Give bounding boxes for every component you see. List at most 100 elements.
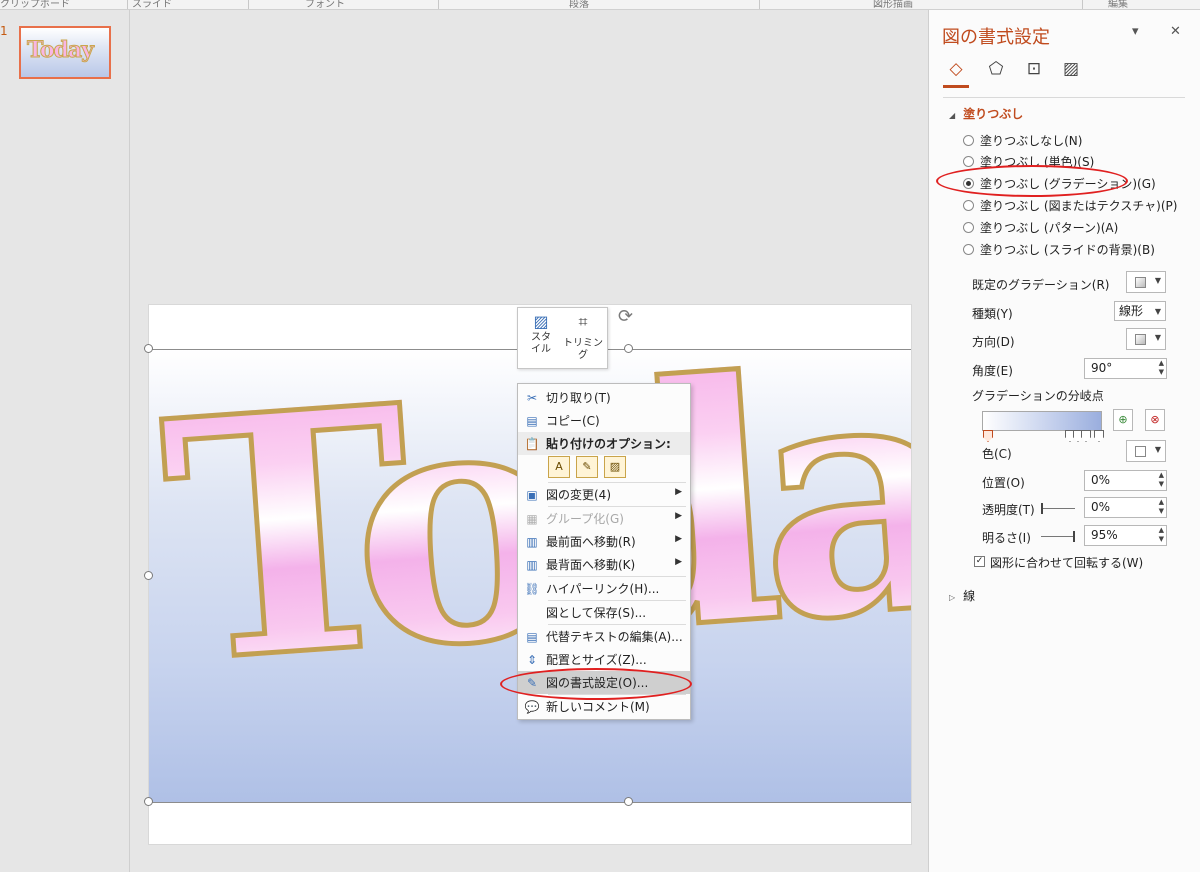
resize-handle-top[interactable] bbox=[624, 344, 633, 353]
effects-tab-icon[interactable]: ⬠ bbox=[984, 59, 1008, 81]
size-properties-tab-icon[interactable]: ⊡ bbox=[1022, 59, 1046, 81]
style-label: スタイル bbox=[531, 332, 551, 355]
submenu-arrow-icon: ▶ bbox=[675, 511, 682, 521]
menu-item-edit-alt-text[interactable]: ▤ 代替テキストの編集(A)... bbox=[518, 625, 690, 648]
expand-triangle-icon: ▷ bbox=[949, 593, 956, 602]
copy-icon: ▤ bbox=[526, 413, 538, 428]
menu-item-cut[interactable]: ✂ 切り取り(T) bbox=[518, 386, 690, 409]
slider-knob[interactable] bbox=[1073, 531, 1075, 542]
menu-item-send-to-back[interactable]: ▥ 最背面へ移動(K) ▶ bbox=[518, 553, 690, 576]
color-picker-button[interactable]: ▼ bbox=[1126, 440, 1166, 462]
gradient-stop[interactable] bbox=[1081, 430, 1091, 442]
picture-tab-icon[interactable]: ▨ bbox=[1059, 59, 1083, 81]
dropdown-arrow-icon: ▼ bbox=[1154, 333, 1161, 342]
spin-arrows-icon[interactable]: ▲ ▼ bbox=[1159, 471, 1164, 489]
type-label: 種類(Y) bbox=[972, 307, 1013, 321]
spin-arrows-icon[interactable]: ▲ ▼ bbox=[1159, 526, 1164, 544]
ribbon-group-slides: スライド bbox=[132, 0, 172, 10]
slide-thumbnail[interactable]: Today bbox=[19, 26, 111, 79]
style-button[interactable]: ▨ スタイル bbox=[523, 312, 559, 356]
menu-item-copy[interactable]: ▤ コピー(C) bbox=[518, 409, 690, 432]
resize-handle-top-left[interactable] bbox=[144, 344, 153, 353]
rotate-with-shape-checkbox[interactable]: ✓ bbox=[974, 556, 985, 567]
paste-picture-icon[interactable]: ▨ bbox=[604, 456, 626, 478]
pane-options-chevron-icon[interactable]: ▾ bbox=[1132, 24, 1139, 39]
transparency-label: 透明度(T) bbox=[982, 503, 1035, 517]
menu-item-change-picture[interactable]: ▣ 図の変更(4) ▶ bbox=[518, 483, 690, 506]
radio-pattern-fill[interactable]: 塗りつぶし (パターン)(A) bbox=[963, 219, 1118, 236]
comment-icon: 💬 bbox=[524, 699, 540, 714]
radio-button[interactable] bbox=[963, 222, 974, 233]
dropdown-arrow-icon: ▼ bbox=[1154, 307, 1161, 316]
angle-spinner[interactable]: 90° ▲ ▼ bbox=[1084, 358, 1167, 379]
slider-knob[interactable] bbox=[1041, 503, 1043, 514]
ribbon-group-font: フォント bbox=[305, 0, 345, 10]
ribbon-separator bbox=[438, 0, 439, 9]
change-picture-icon: ▣ bbox=[526, 487, 538, 502]
active-tab-indicator bbox=[943, 85, 969, 88]
radio-picture-texture-fill[interactable]: 塗りつぶし (図またはテクスチャ)(P) bbox=[963, 197, 1177, 214]
menu-header-paste-options: 📋 貼り付けのオプション: bbox=[518, 432, 690, 455]
brightness-label: 明るさ(I) bbox=[982, 531, 1031, 545]
brightness-slider[interactable] bbox=[1041, 531, 1075, 542]
resize-handle-left[interactable] bbox=[144, 571, 153, 580]
line-section-header[interactable]: ▷ 線 bbox=[949, 587, 975, 604]
menu-item-bring-to-front[interactable]: ▥ 最前面へ移動(R) ▶ bbox=[518, 530, 690, 553]
radio-button[interactable] bbox=[963, 200, 974, 211]
spin-arrows-icon[interactable]: ▲ ▼ bbox=[1159, 498, 1164, 516]
annotation-ellipse-gradient-fill bbox=[936, 165, 1128, 197]
gradient-stop[interactable] bbox=[1094, 430, 1104, 442]
pane-title: 図の書式設定 bbox=[942, 27, 1050, 48]
fill-line-tab-icon[interactable]: ◇ bbox=[944, 59, 968, 81]
submenu-arrow-icon: ▶ bbox=[675, 557, 682, 567]
type-select[interactable]: 線形 ▼ bbox=[1114, 301, 1166, 321]
slide-number: 1 bbox=[0, 24, 8, 38]
gradient-stops-bar[interactable] bbox=[982, 411, 1102, 431]
radio-button[interactable] bbox=[963, 135, 974, 146]
radio-button[interactable] bbox=[963, 156, 974, 167]
spin-arrows-icon[interactable]: ▲ ▼ bbox=[1159, 359, 1164, 377]
submenu-arrow-icon: ▶ bbox=[675, 487, 682, 497]
cut-icon: ✂ bbox=[526, 390, 538, 405]
trim-button[interactable]: ⌗ トリミング bbox=[560, 312, 606, 362]
direction-dropdown[interactable]: ▼ bbox=[1126, 328, 1166, 350]
fill-section-header[interactable]: ◢ 塗りつぶし bbox=[949, 105, 1023, 122]
resize-handle-bottom[interactable] bbox=[624, 797, 633, 806]
menu-item-hyperlink[interactable]: ⛓ ハイパーリンク(H)... bbox=[518, 577, 690, 600]
add-gradient-stop-icon[interactable]: ⊕ bbox=[1113, 409, 1133, 431]
ribbon-strip: クリップボード スライド フォント 段落 図形描画 編集 bbox=[0, 0, 1200, 10]
color-label: 色(C) bbox=[982, 447, 1012, 461]
position-spinner[interactable]: 0% ▲ ▼ bbox=[1084, 470, 1167, 491]
pane-close-icon[interactable]: ✕ bbox=[1170, 24, 1181, 39]
paste-edit-icon[interactable]: ✎ bbox=[576, 456, 598, 478]
rotate-handle-icon[interactable]: ⟳ bbox=[618, 307, 638, 327]
gradient-stop-selected[interactable] bbox=[983, 430, 993, 442]
paste-options-row: A ✎ ▨ bbox=[548, 456, 626, 480]
paste-icon: 📋 bbox=[524, 436, 540, 451]
brightness-spinner[interactable]: 95% ▲ ▼ bbox=[1084, 525, 1167, 546]
direction-label: 方向(D) bbox=[972, 335, 1015, 349]
resize-handle-bottom-left[interactable] bbox=[144, 797, 153, 806]
fill-color-icon bbox=[1135, 446, 1146, 457]
radio-no-fill[interactable]: 塗りつぶしなし(N) bbox=[963, 132, 1082, 149]
preset-gradient-dropdown[interactable]: ▼ bbox=[1126, 271, 1166, 293]
paste-keep-formatting-icon[interactable]: A bbox=[548, 456, 570, 478]
radio-button[interactable] bbox=[963, 244, 974, 255]
powerpoint-window: クリップボード スライド フォント 段落 図形描画 編集 1 Today Tod… bbox=[0, 0, 1200, 872]
remove-gradient-stop-icon[interactable]: ⊗ bbox=[1145, 409, 1165, 431]
menu-item-save-as-picture[interactable]: 図として保存(S)... bbox=[518, 601, 690, 624]
bring-to-front-icon: ▥ bbox=[526, 534, 538, 549]
transparency-spinner[interactable]: 0% ▲ ▼ bbox=[1084, 497, 1167, 518]
format-picture-pane: 図の書式設定 ▾ ✕ ◇ ⬠ ⊡ ▨ ◢ 塗りつぶし 塗りつぶしなし(N) 塗りつ… bbox=[928, 10, 1200, 872]
submenu-arrow-icon: ▶ bbox=[675, 534, 682, 544]
send-to-back-icon: ▥ bbox=[526, 557, 538, 572]
rotate-with-shape-label: 図形に合わせて回転する(W) bbox=[990, 556, 1144, 570]
dropdown-arrow-icon: ▼ bbox=[1154, 276, 1161, 285]
ribbon-group-paragraph: 段落 bbox=[569, 0, 589, 10]
transparency-slider[interactable] bbox=[1041, 503, 1075, 514]
annotation-ellipse-format-picture bbox=[500, 668, 692, 700]
menu-item-group[interactable]: ▦ グループ化(G) ▶ bbox=[518, 507, 690, 530]
size-position-icon: ⇕ bbox=[526, 652, 538, 667]
crop-icon: ⌗ bbox=[578, 312, 588, 331]
radio-slide-background-fill[interactable]: 塗りつぶし (スライドの背景)(B) bbox=[963, 241, 1155, 258]
